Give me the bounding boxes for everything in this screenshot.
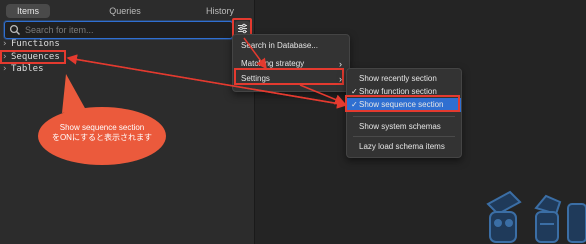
annotation-text: Show sequence section をONにすると表示されます bbox=[38, 123, 166, 143]
annotation-line-1: Show sequence section bbox=[59, 123, 145, 132]
annotation-line-2: をONにすると表示されます bbox=[51, 133, 153, 142]
